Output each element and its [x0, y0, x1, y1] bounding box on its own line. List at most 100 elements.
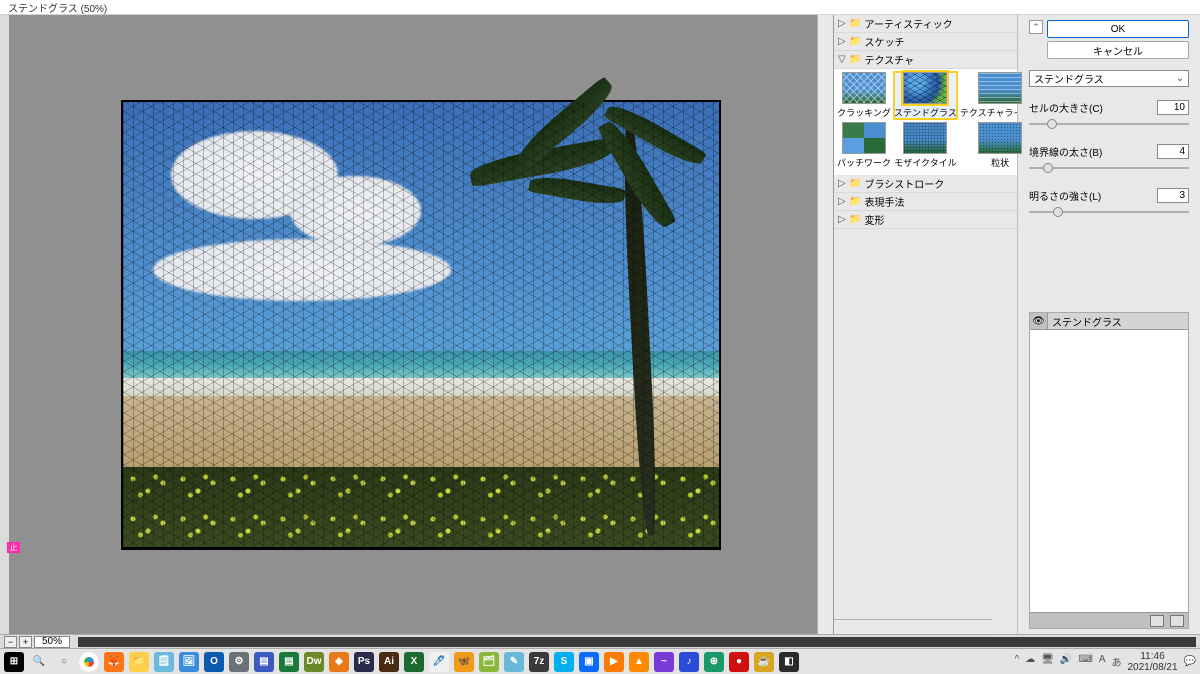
border-width-label: 境界線の太さ(B) [1029, 144, 1157, 159]
taskbar-app-icon[interactable]: 🗂 [479, 652, 499, 672]
border-width-input[interactable] [1157, 144, 1189, 159]
ok-button[interactable]: OK [1047, 20, 1189, 38]
taskbar-app-icon[interactable]: 🖼 [179, 652, 199, 672]
cancel-button[interactable]: キャンセル [1047, 41, 1189, 59]
taskbar-app-icon[interactable]: Dw [304, 652, 324, 672]
border-width-slider[interactable] [1029, 161, 1189, 175]
cell-size-slider[interactable] [1029, 117, 1189, 131]
category-label: ブラシストローク [864, 176, 944, 191]
taskbar-app-icon[interactable]: 7z [529, 652, 549, 672]
effect-layer-stack: 👁 ステンドグラス [1029, 312, 1189, 629]
new-effect-layer-button[interactable] [1150, 615, 1164, 627]
brightness-input[interactable] [1157, 188, 1189, 203]
slider-thumb[interactable] [1047, 119, 1057, 129]
filter-thumbnail[interactable]: パッチワーク [837, 122, 891, 169]
taskbar-app-icon[interactable]: ▤ [254, 652, 274, 672]
expand-toggle[interactable]: ⌃ [1029, 20, 1043, 34]
taskbar-app-icon[interactable]: ☕ [754, 652, 774, 672]
zoom-in-button[interactable]: + [19, 636, 32, 648]
filter-select-dropdown[interactable]: ステンドグラス ⌄ [1029, 70, 1189, 87]
system-tray: ^ ☁ 🖥 🔊 ⌨ Aあ 11:462021/08/21 💬 [1015, 651, 1196, 673]
thumbnail-label: モザイクタイル [894, 156, 956, 169]
thumbnail-image [842, 72, 886, 104]
taskbar-app-icon[interactable] [79, 652, 99, 672]
delete-effect-layer-button[interactable] [1170, 615, 1184, 627]
filter-category[interactable]: ▽📁テクスチャ [834, 51, 1017, 69]
filter-category[interactable]: ▷📁ブラシストローク [834, 175, 1017, 193]
tray-icon[interactable]: ⌨ [1078, 654, 1092, 669]
tray-icon[interactable]: 🖥 [1041, 654, 1054, 669]
slider-thumb[interactable] [1043, 163, 1053, 173]
gallery-scrollbar[interactable] [834, 619, 992, 634]
preview-canvas-area [9, 15, 833, 634]
zoom-value-input[interactable] [34, 636, 70, 648]
taskbar-app-icon[interactable]: Ps [354, 652, 374, 672]
tray-icon[interactable]: あ [1111, 654, 1121, 669]
zoom-bar: − + [0, 634, 1200, 648]
filter-controls-panel: ⌃ OK キャンセル ステンドグラス ⌄ セルの大きさ(C) 境界線の太さ(B) [1017, 15, 1200, 634]
taskbar-app-icon[interactable]: O [204, 652, 224, 672]
triangle-right-icon: ▷ [838, 214, 846, 225]
tray-icon[interactable]: ^ [1015, 654, 1020, 669]
taskbar-app-icon[interactable]: ● [729, 652, 749, 672]
thumbnail-image [978, 72, 1022, 104]
filter-category[interactable]: ▷📁変形 [834, 211, 1017, 229]
filter-categories-panel: ▷📁アーティスティック▷📁スケッチ▽📁テクスチャクラッキングステンドグラステクス… [833, 15, 1017, 634]
taskbar-app-icon[interactable]: 🖊 [429, 652, 449, 672]
effect-layer-title[interactable]: ステンドグラス [1048, 313, 1188, 329]
brightness-label: 明るさの強さ(L) [1029, 188, 1157, 203]
taskbar-app-icon[interactable]: ⊕ [704, 652, 724, 672]
cell-size-label: セルの大きさ(C) [1029, 100, 1157, 115]
taskbar-app-icon[interactable]: ▣ [579, 652, 599, 672]
notifications-icon[interactable]: 💬 [1184, 656, 1196, 667]
zoom-out-button[interactable]: − [4, 636, 17, 648]
taskbar-app-icon[interactable]: ⊞ [4, 652, 24, 672]
filter-thumbnail[interactable]: モザイクタイル [894, 122, 957, 169]
filter-preview[interactable] [121, 100, 721, 550]
taskbar-app-icon[interactable]: S [554, 652, 574, 672]
taskbar-app-icon[interactable]: 🦋 [454, 652, 474, 672]
taskbar-app-icon[interactable]: 🔍 [29, 652, 49, 672]
taskbar-app-icon[interactable]: ○ [54, 652, 74, 672]
dropdown-value: ステンドグラス [1034, 71, 1104, 86]
slider-thumb[interactable] [1053, 207, 1063, 217]
category-label: スケッチ [864, 34, 904, 49]
taskbar-app-icon[interactable]: 🗒 [154, 652, 174, 672]
cell-size-input[interactable] [1157, 100, 1189, 115]
taskbar-app-icon[interactable]: 📁 [129, 652, 149, 672]
taskbar-app-icon[interactable]: ~ [654, 652, 674, 672]
taskbar-app-icon[interactable]: X [404, 652, 424, 672]
triangle-down-icon: ▽ [838, 54, 846, 65]
taskbar-app-icon[interactable]: 🦊 [104, 652, 124, 672]
tray-icon[interactable]: ☁ [1025, 654, 1035, 669]
filter-category[interactable]: ▷📁アーティスティック [834, 15, 1017, 33]
filter-category[interactable]: ▷📁表現手法 [834, 193, 1017, 211]
visibility-eye-icon[interactable]: 👁 [1030, 313, 1048, 329]
taskbar-app-icon[interactable]: ✎ [504, 652, 524, 672]
tray-icon[interactable]: 🔊 [1060, 654, 1072, 669]
taskbar-app-icon[interactable]: Ai [379, 652, 399, 672]
taskbar-app-icon[interactable]: ◆ [329, 652, 349, 672]
taskbar-app-icon[interactable]: ▲ [629, 652, 649, 672]
triangle-right-icon: ▷ [838, 178, 846, 189]
taskbar-app-icon[interactable]: ◧ [779, 652, 799, 672]
taskbar-app-icon[interactable]: ⚙ [229, 652, 249, 672]
status-strip [78, 637, 1196, 647]
filter-thumbnail[interactable]: ステンドグラス [894, 72, 957, 119]
window-titlebar: ステンドグラス (50%) [0, 0, 1200, 15]
taskbar-app-icon[interactable]: ▤ [279, 652, 299, 672]
folder-icon: 📁 [849, 196, 861, 207]
folder-icon: 📁 [849, 54, 861, 65]
chevron-down-icon: ⌄ [1176, 73, 1184, 84]
thumbnail-image [903, 72, 947, 104]
thumbnail-image [903, 122, 947, 154]
filter-category[interactable]: ▷📁スケッチ [834, 33, 1017, 51]
filter-thumbnail[interactable]: クラッキング [837, 72, 891, 119]
tray-icon[interactable]: A [1099, 654, 1106, 669]
folder-icon: 📁 [849, 18, 861, 29]
brightness-slider[interactable] [1029, 205, 1189, 219]
taskbar-app-icon[interactable]: ▶ [604, 652, 624, 672]
taskbar-clock[interactable]: 11:462021/08/21 [1127, 651, 1177, 673]
taskbar-app-icon[interactable]: ♪ [679, 652, 699, 672]
folder-icon: 📁 [849, 214, 861, 225]
